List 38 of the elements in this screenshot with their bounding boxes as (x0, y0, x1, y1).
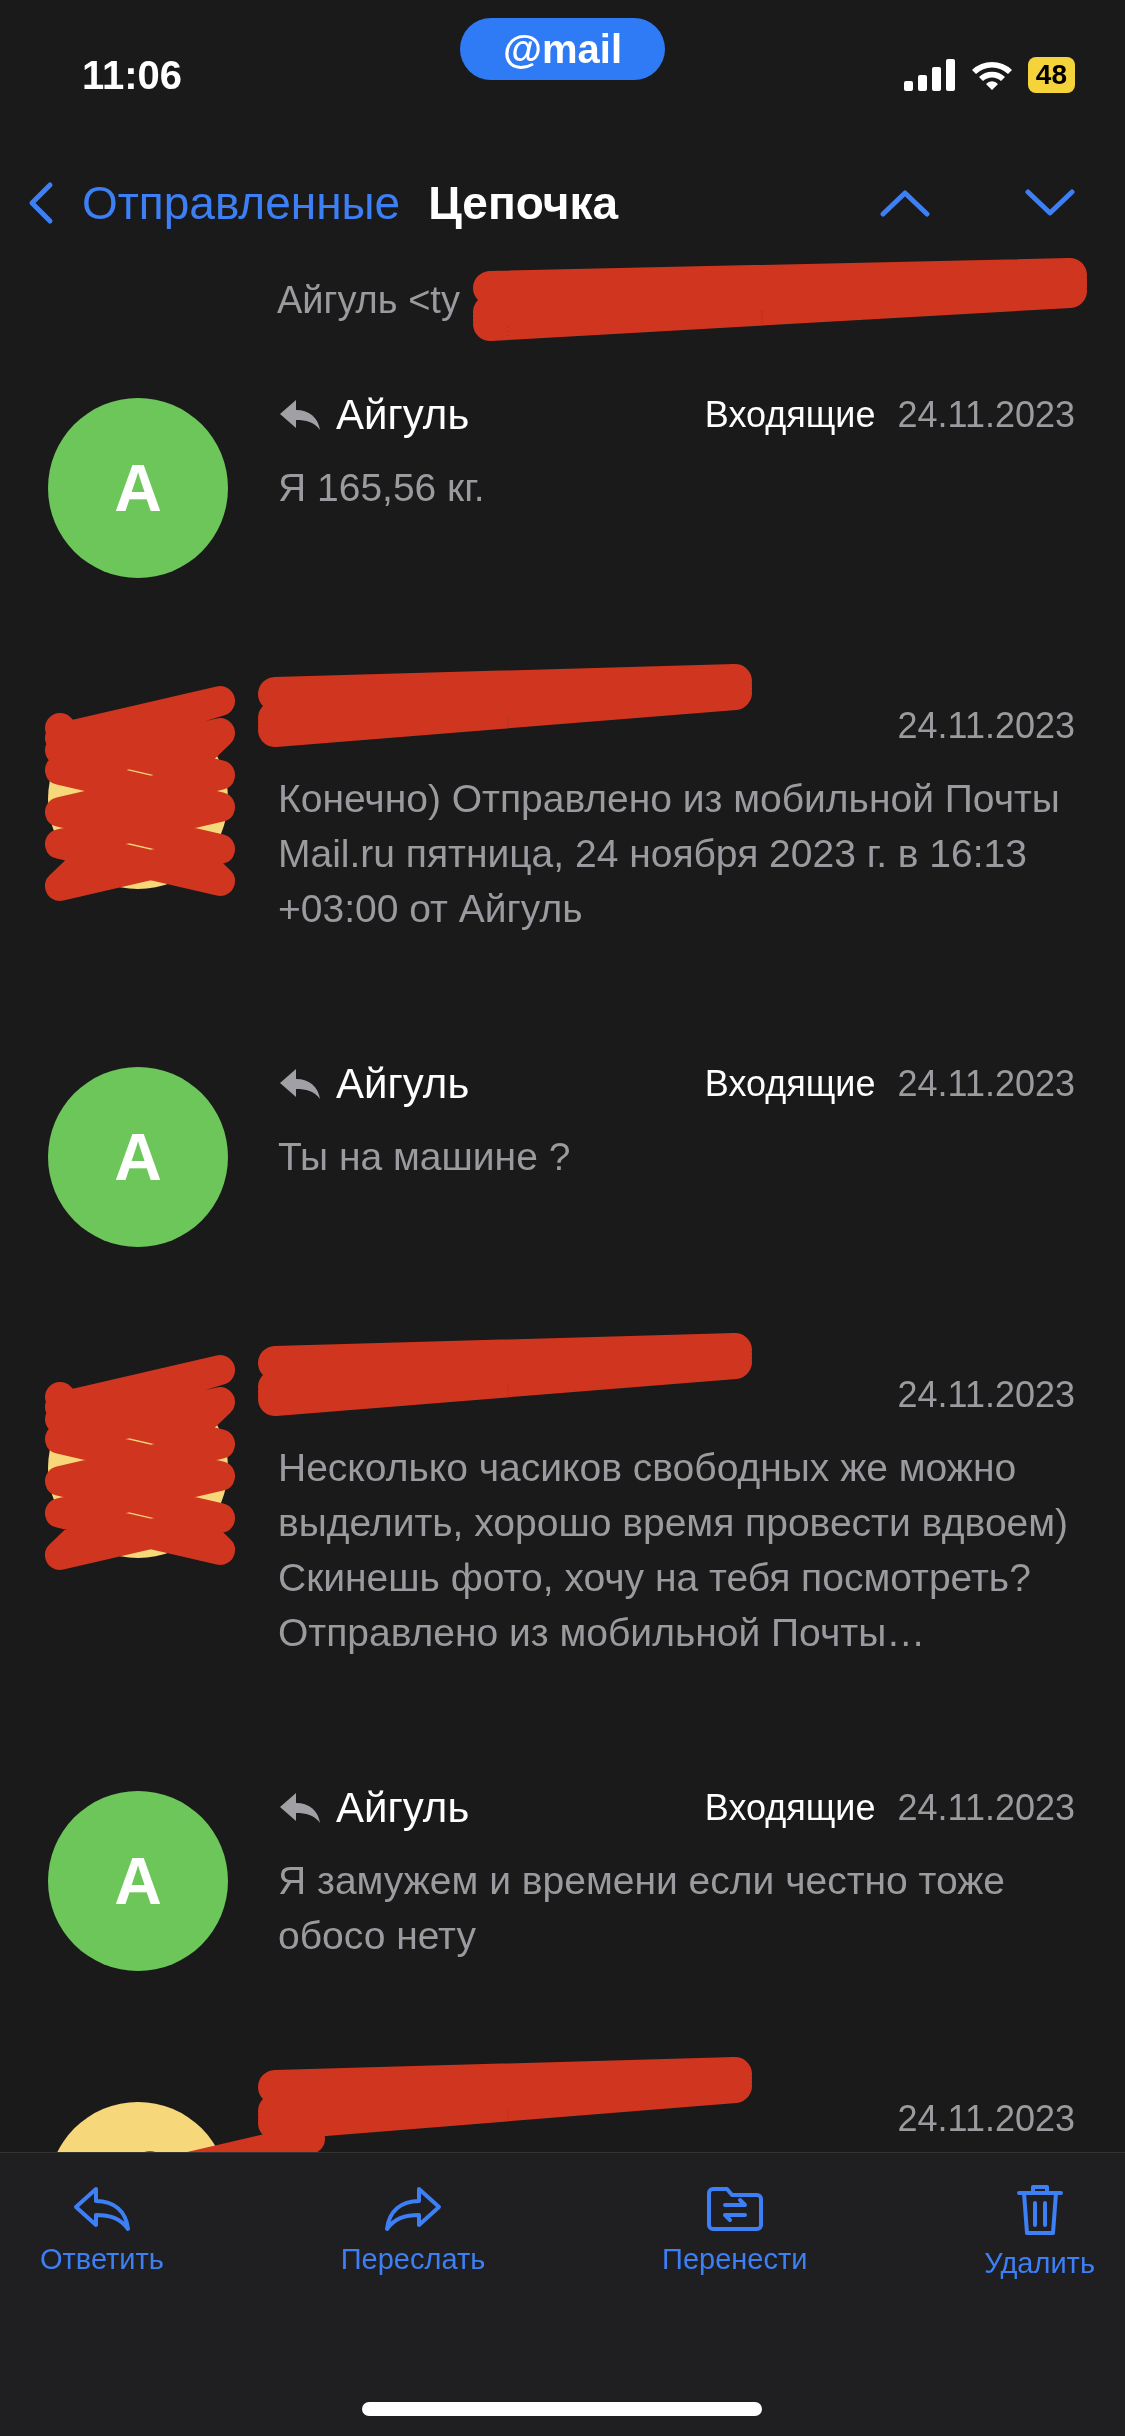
move-button[interactable]: Перенести (662, 2183, 808, 2276)
signal-icon (903, 59, 956, 91)
delete-button[interactable]: Удалить (984, 2183, 1095, 2280)
message-preview: Ты на машине ? (278, 1134, 572, 1180)
up-chevron-icon[interactable] (880, 188, 930, 217)
sender-name: Айгуль (336, 391, 470, 439)
message-date: 24.11.2023 (897, 394, 1075, 436)
message-date: 24.11.2023 (897, 705, 1075, 747)
battery-indicator: 48 (1027, 57, 1075, 93)
message-date: 24.11.2023 (897, 1374, 1075, 1416)
forward-button[interactable]: Переслать (340, 2183, 486, 2276)
folder-label: Входящие (704, 1787, 876, 1829)
sender-name: Айгуль (336, 1060, 470, 1108)
message-preview: Я 165,56 кг. (278, 465, 486, 511)
message-preview: Несколько часиков свободных же можно выделить, хорошо время провести вдвоем) Скинешь фото, хочу на тебя посмотреть? Отправлено из мобильной Почты… (278, 1445, 1070, 1656)
avatar: А (48, 1067, 228, 1247)
message-date: 24.11.2023 (897, 1063, 1075, 1105)
avatar: А (48, 1791, 228, 1971)
avatar: А (48, 398, 228, 578)
down-chevron-icon[interactable] (1025, 188, 1075, 217)
reply-button[interactable]: Ответить (40, 2183, 164, 2276)
back-button[interactable]: Отправленные (28, 175, 401, 230)
reply-arrow-icon (278, 1067, 322, 1101)
sender-name: Айгуль (336, 1784, 470, 1832)
app-badge: @mail (460, 18, 665, 80)
message-date: 24.11.2023 (897, 1787, 1075, 1829)
message-preview: Я замужем и времени если честно тоже обосо нету (278, 1858, 1007, 1959)
status-time: 11:06 (82, 52, 184, 98)
message-preview: Конечно) Отправлено из мобильной Почты Mail.ru пятница, 24 ноября 2023 г. в 16:13 +03:00 от Айгуль (278, 776, 1061, 932)
thread-title: Цепочка (428, 175, 618, 230)
message-date: 24.11.2023 (897, 2098, 1075, 2140)
folder-label: Входящие (704, 394, 876, 436)
sender-address: Айгуль <ty (277, 278, 460, 323)
back-chevron-icon (28, 180, 54, 225)
folder-label: Входящие (704, 1063, 876, 1105)
trash-icon (1014, 2183, 1065, 2237)
reply-arrow-icon (278, 398, 322, 432)
reply-arrow-icon (278, 1791, 322, 1825)
